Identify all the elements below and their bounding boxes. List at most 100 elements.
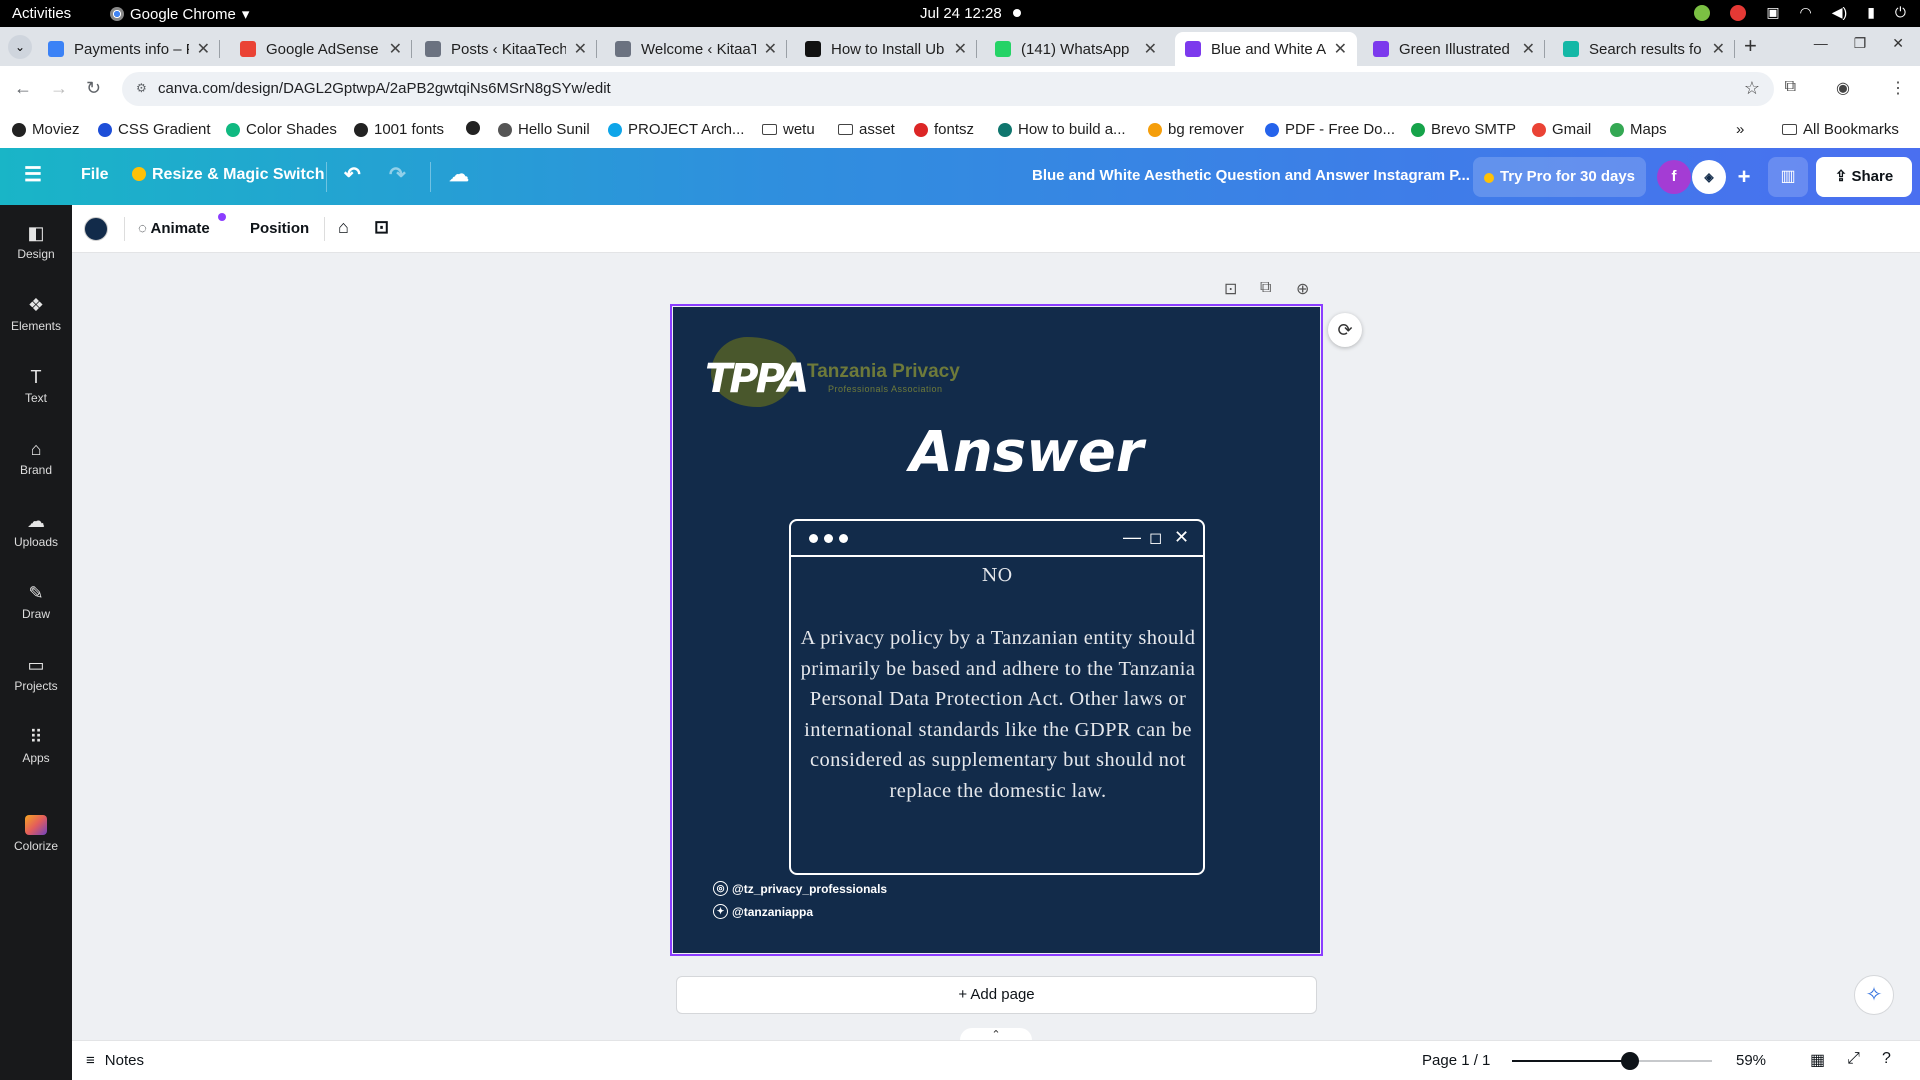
close-tab-icon[interactable]: ✕ — [1712, 39, 1725, 59]
avatar[interactable]: ◈ — [1692, 160, 1726, 194]
close-tab-icon[interactable]: ✕ — [764, 39, 777, 59]
browser-tab[interactable]: Blue and White A ✕ — [1175, 32, 1357, 66]
bookmark-item[interactable] — [466, 121, 486, 135]
short-answer[interactable]: NO — [791, 565, 1203, 586]
insights-icon[interactable]: ▥ — [1768, 157, 1808, 197]
bookmark-item[interactable]: 1001 fonts — [354, 121, 444, 138]
cloud-save-icon[interactable]: ☁ — [449, 162, 469, 187]
paint-format-icon[interactable]: ⌂ — [338, 217, 349, 238]
bookmark-item[interactable]: Maps — [1610, 121, 1667, 138]
minimize-icon[interactable]: — — [1814, 35, 1828, 52]
close-tab-icon[interactable]: ✕ — [574, 39, 587, 59]
grid-view-icon[interactable]: ▦ — [1810, 1050, 1825, 1070]
avatar[interactable]: f — [1657, 160, 1691, 194]
address-bar[interactable]: ⚙ canva.com/design/DAGL2GptwpA/2aPB2gwtq… — [122, 72, 1774, 106]
regenerate-icon[interactable]: ⟳ — [1328, 313, 1362, 347]
bookmark-item[interactable]: bg remover — [1148, 121, 1244, 138]
browser-tab[interactable]: Payments info – F ✕ — [38, 32, 220, 66]
lock-page-icon[interactable]: ⊡ — [1224, 279, 1237, 299]
sidebar-item-uploads[interactable]: ☁ Uploads — [0, 511, 72, 549]
magic-assistant-icon[interactable]: ✧ — [1854, 975, 1894, 1015]
bookmark-item[interactable]: wetu — [762, 121, 815, 138]
restore-icon[interactable]: ❐ — [1854, 35, 1867, 52]
forward-icon[interactable]: → — [50, 78, 68, 99]
screenshot-icon[interactable]: ▣ — [1766, 4, 1779, 21]
power-icon[interactable]: ⏻ — [1895, 4, 1906, 21]
close-icon[interactable]: ✕ — [1892, 35, 1904, 52]
share-button[interactable]: ⇪ Share — [1816, 157, 1912, 197]
bookmark-item[interactable]: fontsz — [914, 121, 974, 138]
browser-tab[interactable]: How to Install Ub ✕ — [795, 32, 977, 66]
clock[interactable]: Jul 24 12:28 — [920, 5, 1002, 22]
browser-tab[interactable]: Google AdSense ✕ — [230, 32, 412, 66]
wifi-icon[interactable]: ◠ — [1800, 4, 1812, 21]
background-color-swatch[interactable] — [84, 217, 108, 241]
file-menu[interactable]: File — [81, 166, 109, 184]
zoom-slider-knob[interactable] — [1620, 1052, 1639, 1070]
profile-icon[interactable]: ◉ — [1836, 78, 1850, 98]
notes-button[interactable]: ≡ Notes — [86, 1052, 144, 1069]
main-menu-icon[interactable]: ☰ — [24, 162, 42, 187]
bookmark-item[interactable]: Brevo SMTP — [1411, 121, 1516, 138]
browser-tab[interactable]: Posts ‹ KitaaTech ✕ — [415, 32, 597, 66]
more-bookmarks-icon[interactable]: » — [1736, 121, 1744, 138]
bookmark-item[interactable]: Moviez — [12, 121, 80, 138]
bookmark-item[interactable]: asset — [838, 121, 895, 138]
more-menu-icon[interactable]: ⋮ — [1890, 78, 1906, 98]
design-page[interactable]: TPPA Tanzania Privacy Professionals Asso… — [670, 304, 1323, 956]
sidebar-item-brand[interactable]: ⌂ Brand — [0, 439, 72, 477]
bookmark-item[interactable]: CSS Gradient — [98, 121, 211, 138]
twitter-handle[interactable]: ✦ @tanzaniappa — [713, 904, 813, 919]
window-frame-graphic[interactable]: — ◻ ✕ NO A privacy policy by a Tanzanian… — [789, 519, 1205, 875]
lock-icon[interactable]: ⊡ — [374, 217, 389, 238]
browser-tab[interactable]: Green Illustrated ✕ — [1363, 32, 1545, 66]
add-page-button[interactable]: + Add page — [676, 976, 1317, 1014]
browser-tab[interactable]: Welcome ‹ KitaaT ✕ — [605, 32, 787, 66]
close-tab-icon[interactable]: ✕ — [1334, 39, 1347, 59]
bookmark-item[interactable]: Color Shades — [226, 121, 337, 138]
help-icon[interactable]: ? — [1882, 1050, 1891, 1070]
sidebar-item-draw[interactable]: ✎ Draw — [0, 583, 72, 621]
bookmark-item[interactable]: Gmail — [1532, 121, 1591, 138]
sidebar-item-projects[interactable]: ▭ Projects — [0, 655, 72, 693]
back-icon[interactable]: ← — [14, 78, 32, 99]
browser-tab[interactable]: (141) WhatsApp ✕ — [985, 32, 1167, 66]
bookmark-item[interactable]: Hello Sunil — [498, 121, 590, 138]
sidebar-item-apps[interactable]: ⠿ Apps — [0, 727, 72, 765]
site-info-icon[interactable]: ⚙ — [136, 81, 150, 95]
battery-icon[interactable]: ▮ — [1867, 4, 1875, 21]
animate-button[interactable]: ◌ Animate — [138, 220, 210, 237]
try-pro-button[interactable]: Try Pro for 30 days — [1473, 157, 1646, 197]
activities-button[interactable]: Activities — [12, 5, 71, 22]
redo-icon[interactable]: ↷ — [389, 162, 406, 187]
system-tray[interactable]: ▣ ◠ ◀) ▮ ⏻ — [1694, 4, 1906, 21]
instagram-handle[interactable]: ◎ @tz_privacy_professionals — [713, 881, 887, 896]
app-menu[interactable]: Google Chrome ▾ — [110, 5, 249, 23]
bookmark-item[interactable]: PDF - Free Do... — [1265, 121, 1395, 138]
resize-magic-switch-button[interactable]: Resize & Magic Switch — [132, 166, 325, 184]
duplicate-page-icon[interactable]: ⧉ — [1260, 279, 1271, 297]
close-tab-icon[interactable]: ✕ — [954, 39, 967, 59]
new-tab-button[interactable]: + — [1744, 33, 1757, 59]
zoom-level[interactable]: 59% — [1736, 1052, 1766, 1069]
page-indicator[interactable]: Page 1 / 1 — [1422, 1052, 1490, 1069]
close-tab-icon[interactable]: ✕ — [197, 39, 210, 59]
close-tab-icon[interactable]: ✕ — [1522, 39, 1535, 59]
sidebar-item-colorize[interactable]: Colorize — [0, 815, 72, 853]
sidebar-item-design[interactable]: ◧ Design — [0, 223, 72, 261]
add-page-icon[interactable]: ⊕ — [1296, 279, 1309, 299]
bookmark-star-icon[interactable]: ☆ — [1744, 78, 1760, 99]
zoom-slider[interactable] — [1512, 1052, 1712, 1070]
sidebar-item-elements[interactable]: ❖ Elements — [0, 295, 72, 333]
answer-body[interactable]: A privacy policy by a Tanzanian entity s… — [797, 623, 1199, 806]
document-title[interactable]: Blue and White Aesthetic Question and An… — [1032, 167, 1470, 184]
extensions-icon[interactable]: ⧉ — [1785, 78, 1796, 98]
bookmark-item[interactable]: PROJECT Arch... — [608, 121, 744, 138]
close-tab-icon[interactable]: ✕ — [1144, 39, 1157, 59]
position-button[interactable]: Position — [250, 220, 309, 237]
tray-app-icon[interactable] — [1730, 4, 1747, 21]
url-text[interactable]: canva.com/design/DAGL2GptwpA/2aPB2gwtqiN… — [158, 80, 611, 97]
browser-tab[interactable]: Search results fo ✕ — [1553, 32, 1735, 66]
volume-icon[interactable]: ◀) — [1832, 4, 1847, 21]
all-bookmarks[interactable]: All Bookmarks — [1782, 121, 1899, 138]
